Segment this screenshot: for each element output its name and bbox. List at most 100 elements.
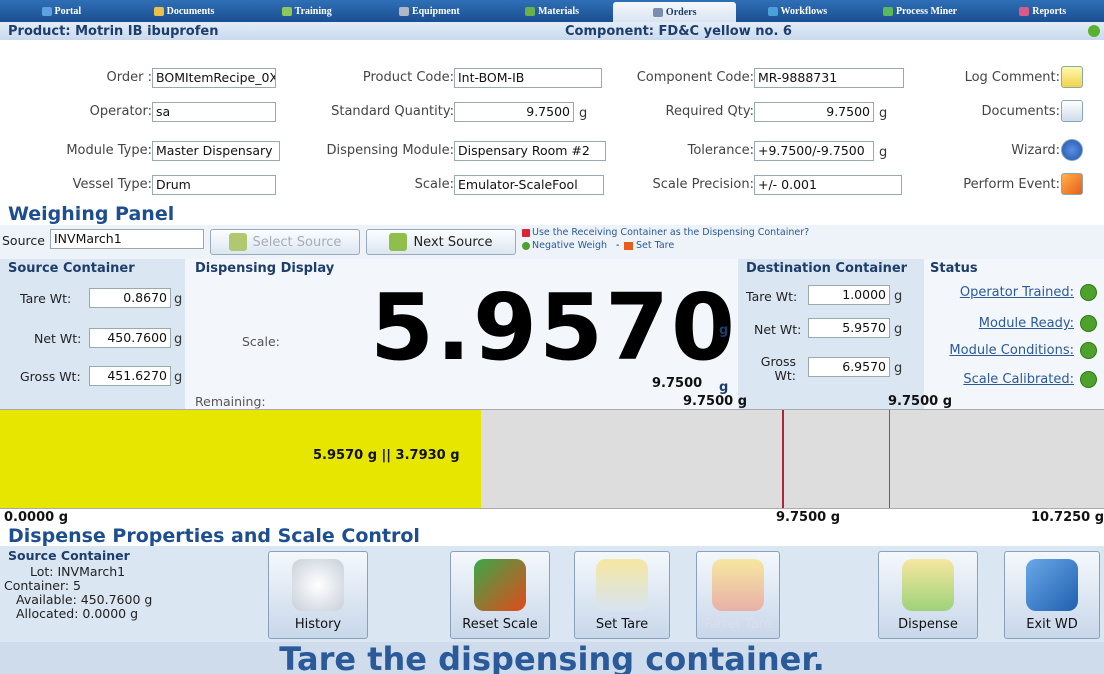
operator-trained-link[interactable]: Operator Trained: [930, 285, 1074, 300]
product-code-label: Product Code: [362, 70, 454, 85]
module-ready-link[interactable]: Module Ready: [930, 316, 1074, 331]
materials-icon [524, 6, 535, 16]
history-button[interactable]: History [268, 551, 368, 639]
product-code-field: Int-BOM-IB [454, 68, 602, 88]
instruction-message: Tare the dispensing container. [0, 642, 1104, 674]
nav-tab-label: Process Miner [895, 5, 958, 17]
negative-weigh-link[interactable]: Negative Weigh [532, 240, 607, 251]
source-tare-field: 0.8670 [89, 288, 171, 308]
exit-wd-button[interactable]: Exit WD [1004, 551, 1100, 639]
scale-calibrated-link[interactable]: Scale Calibrated: [930, 372, 1074, 387]
component-code-field: MR-9888731 [754, 68, 904, 88]
set-tare-link[interactable]: Set Tare [636, 240, 674, 251]
net-wt-label: Net Wt: [754, 322, 802, 337]
training-icon [281, 6, 292, 16]
workflows-icon [767, 6, 778, 16]
set-tare-jar-icon [596, 559, 648, 611]
nav-tab-materials[interactable]: Materials [491, 0, 614, 22]
gross-wt-label: Gross Wt: [20, 369, 81, 384]
nav-tab-documents[interactable]: Documents [123, 0, 246, 22]
select-source-button[interactable]: Select Source [210, 229, 360, 255]
orders-icon [652, 7, 663, 17]
nav-tab-portal[interactable]: Portal [0, 0, 123, 22]
wizard-icon[interactable] [1061, 139, 1083, 161]
nav-tab-label: Training [294, 5, 332, 17]
check-icon [1080, 284, 1097, 301]
destination-container-title: Destination Container [746, 261, 908, 276]
source-net-field: 450.7600 [89, 328, 171, 348]
dispense-button[interactable]: Dispense [878, 551, 978, 639]
unit-label: g [894, 289, 903, 304]
tolerance-label: Tolerance: [687, 143, 754, 158]
dest-net-field: 5.9570 [808, 318, 890, 338]
nav-tab-reports[interactable]: Reports [981, 0, 1104, 22]
check-icon [1080, 315, 1097, 332]
nav-tab-workflows[interactable]: Workflows [736, 0, 859, 22]
available-text: Available: 450.7600 g [16, 592, 153, 607]
scale-reading: 5.9570 [370, 274, 738, 381]
exit-wd-label: Exit WD [1026, 617, 1078, 632]
history-label: History [294, 617, 342, 632]
unit-label: g [174, 370, 183, 385]
unit-label: g [579, 106, 588, 121]
process-miner-icon [882, 6, 893, 16]
scale-precision-field: +/- 0.001 [754, 175, 902, 195]
status-title: Status [930, 261, 978, 276]
component-name: Component: FD&C yellow no. 6 [565, 23, 792, 39]
unit-label: g [894, 361, 903, 376]
set-tare-button[interactable]: Set Tare [574, 551, 670, 639]
scale-unit: g [719, 323, 729, 338]
set-tare-label: Set Tare [595, 617, 649, 632]
tolerance-field: +9.7500/-9.7500 [754, 141, 874, 161]
history-icon [292, 559, 344, 611]
scale-label: Scale: [414, 177, 454, 192]
source-container-subtitle: Source Container [8, 548, 130, 563]
nav-tab-label: Reports [1032, 5, 1067, 17]
unit-label: g [894, 322, 903, 337]
receiving-container-note[interactable]: Use the Receiving Container as the Dispe… [532, 227, 809, 238]
dispensing-module-label: Dispensing Module: [326, 143, 454, 158]
nav-tab-label: Equipment [411, 5, 460, 17]
equipment-icon [398, 6, 409, 16]
reset-tare-button[interactable]: Reset Tare [696, 551, 780, 639]
check-icon [1080, 371, 1097, 388]
dispense-icon [902, 559, 954, 611]
select-source-icon [228, 233, 247, 251]
dispense-label: Dispense [898, 617, 958, 632]
tare-wt-label: Tare Wt: [746, 289, 798, 304]
x-mark-icon [522, 229, 530, 237]
product-bar: Product: Motrin IB ibuprofen Component: … [0, 22, 1104, 40]
dispensing-display-title: Dispensing Display [195, 261, 335, 276]
nav-tab-process-miner[interactable]: Process Miner [859, 0, 982, 22]
container-text: Container: 5 [4, 578, 82, 593]
reset-scale-icon [474, 559, 526, 611]
nav-tab-equipment[interactable]: Equipment [368, 0, 491, 22]
unit-label: g [174, 332, 183, 347]
nav-tab-label: Workflows [780, 5, 828, 17]
tare-wt-label: Tare Wt: [20, 291, 72, 306]
dest-tare-field: 1.0000 [808, 285, 890, 305]
wizard-label: Wizard: [1011, 143, 1060, 158]
log-comment-icon[interactable] [1061, 66, 1083, 88]
perform-event-icon[interactable] [1061, 173, 1083, 195]
axis-target-label: 9.7500 g [776, 510, 840, 525]
weight-progress-bar: 5.9570 g || 3.7930 g [0, 409, 1104, 509]
remaining-label: Remaining: [195, 394, 266, 409]
next-source-button[interactable]: Next Source [366, 229, 516, 255]
dispensing-module-field: Dispensary Room #2 [454, 141, 606, 161]
weighing-toolbar: Source INVMarch1 Select Source Next Sour… [0, 225, 1104, 259]
product-name: Product: Motrin IB ibuprofen [8, 23, 219, 39]
gross-wt-label: Gross Wt: [760, 354, 796, 383]
nav-tab-training[interactable]: Training [245, 0, 368, 22]
nav-tab-orders[interactable]: Orders [613, 2, 737, 22]
module-conditions-link[interactable]: Module Conditions: [930, 343, 1074, 358]
scale-field: Emulator-ScaleFool [454, 175, 604, 195]
component-code-label: Component Code: [636, 70, 754, 85]
source-field[interactable]: INVMarch1 [50, 229, 204, 249]
reset-scale-button[interactable]: Reset Scale [450, 551, 550, 639]
reports-icon [1019, 6, 1030, 16]
nav-tab-label: Orders [665, 6, 697, 18]
reset-tare-label: Reset Tare [704, 617, 772, 632]
document-icon[interactable] [1061, 100, 1083, 122]
nav-tab-label: Documents [166, 5, 215, 17]
